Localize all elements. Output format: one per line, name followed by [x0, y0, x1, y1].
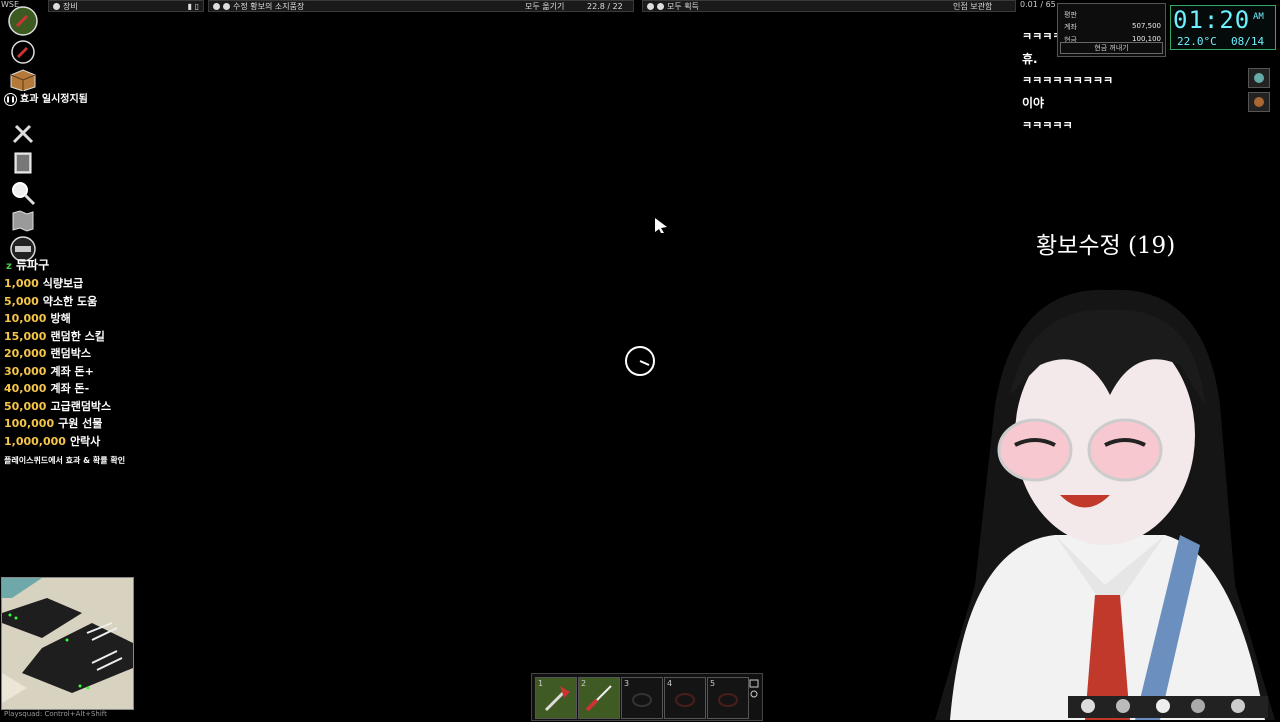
hunger-icon[interactable] [1248, 92, 1270, 112]
chat-line: ㅋㅋㅋㅋㅋㅋㅋㅋㅋ [1022, 74, 1114, 87]
account-row: 계좌 507,500 [1064, 22, 1161, 31]
nearby-storage-label: 인접 보관함 [953, 2, 993, 11]
donation-item: 1,000,000 안락사 [4, 434, 101, 448]
clock-temp: 22.0°C [1177, 35, 1217, 48]
effects-paused-label: 효과 일시정지됨 [20, 94, 88, 105]
ground-bar[interactable]: 모두 획득 인접 보관함 [642, 0, 1016, 12]
hotbar-slot[interactable]: 4 [664, 677, 706, 719]
settings-icon [657, 3, 664, 10]
pause-icon: ❚❚ [4, 92, 17, 106]
effects-paused-indicator: ❚❚ 효과 일시정지됨 [4, 90, 88, 106]
donation-header-label: 듀파구 [16, 258, 50, 272]
gear-icon [647, 3, 654, 10]
cursor-icon [655, 218, 667, 233]
donation-item: 40,000 계좌 돈- [4, 382, 90, 395]
move-all-button[interactable]: 모두 옮기기 [525, 1, 564, 13]
map-book-icon[interactable] [12, 150, 34, 176]
donation-item: 100,000 구원 선물 [4, 417, 103, 430]
minimap[interactable] [1, 577, 134, 710]
hotbar-slot[interactable]: 2 [578, 677, 620, 719]
donation-item: 10,000 방해 [4, 312, 71, 325]
settings-icon [223, 3, 230, 10]
donation-item: 1,000 식량보급 [4, 277, 84, 290]
money-panel: 평판 계좌 507,500 현금 100,100 현금 꺼내기 [1057, 3, 1166, 57]
health-icon[interactable] [8, 6, 38, 36]
credit-sprites [1068, 696, 1268, 718]
container-bar[interactable]: 수정 황보의 소지품장 모두 옮기기 22.8 / 22 [208, 0, 634, 12]
hotbar-slot[interactable]: 5 [707, 677, 749, 719]
donation-header: z 듀파구 [6, 256, 49, 273]
gear-icon [213, 3, 220, 10]
character-title: 황보수정 (19) [1036, 233, 1176, 259]
donation-list: 1,000 식량보급 5,000 약소한 도움 10,000 방해 15,000 랜덤한… [4, 275, 111, 450]
vtuber-avatar [935, 289, 1275, 720]
container-label: 수정 황보의 소지품장 [233, 2, 305, 11]
clock-date: 08/14 [1231, 35, 1265, 48]
donation-item: 5,000 약소한 도움 [4, 294, 98, 308]
bottom-hint: Playsquad: Control+Alt+Shift [4, 710, 107, 718]
ground-weight: 0.01 / 65 [1020, 0, 1056, 9]
equipment-label: 장비 [63, 2, 78, 11]
hotbar-lock-icon[interactable] [749, 676, 759, 716]
craft-icon[interactable] [11, 40, 35, 64]
search-icon[interactable] [9, 179, 37, 207]
mood-icon[interactable] [1248, 68, 1270, 88]
bar-controls-icon[interactable]: ▮ ▯ [188, 1, 199, 13]
hotbar: 1 2 3 4 5 [531, 673, 763, 721]
clock-ampm: AM [1253, 12, 1264, 22]
hotbar-slot[interactable]: 1 [535, 677, 577, 719]
build-tools-icon[interactable] [10, 120, 36, 146]
box-icon[interactable] [8, 67, 38, 91]
donation-item: 20,000 랜덤박스 [4, 347, 91, 360]
loot-all-button[interactable]: 모두 획득 [667, 2, 699, 11]
donation-item: 15,000 랜덤한 스킬 [4, 329, 105, 343]
withdraw-cash-button[interactable]: 현금 꺼내기 [1060, 42, 1163, 54]
loading-clock-icon [625, 346, 655, 376]
hotbar-slot[interactable]: 3 [621, 677, 663, 719]
clock-time: 01:20 [1173, 6, 1251, 34]
z-icon: z [6, 261, 12, 272]
equipment-bar[interactable]: 장비 ▮ ▯ [48, 0, 204, 12]
donation-item: 50,000 고급랜덤박스 [4, 399, 112, 413]
rating-row: 평판 [1064, 11, 1077, 19]
gear-icon [53, 3, 60, 10]
chat-line: ㅋㅋㅋㅋㅋ [1022, 119, 1073, 132]
map-icon[interactable] [10, 208, 36, 234]
chat-line: 이야 [1022, 96, 1045, 110]
donation-note: 플레이스퀴드에서 효과 & 확률 확인 [4, 456, 126, 465]
donation-item: 30,000 계좌 돈+ [4, 364, 94, 378]
chat-line: 휴. [1022, 52, 1038, 66]
clock-panel: 01:20 AM 22.0°C 08/14 [1170, 5, 1276, 50]
container-weight: 22.8 / 22 [587, 2, 623, 11]
